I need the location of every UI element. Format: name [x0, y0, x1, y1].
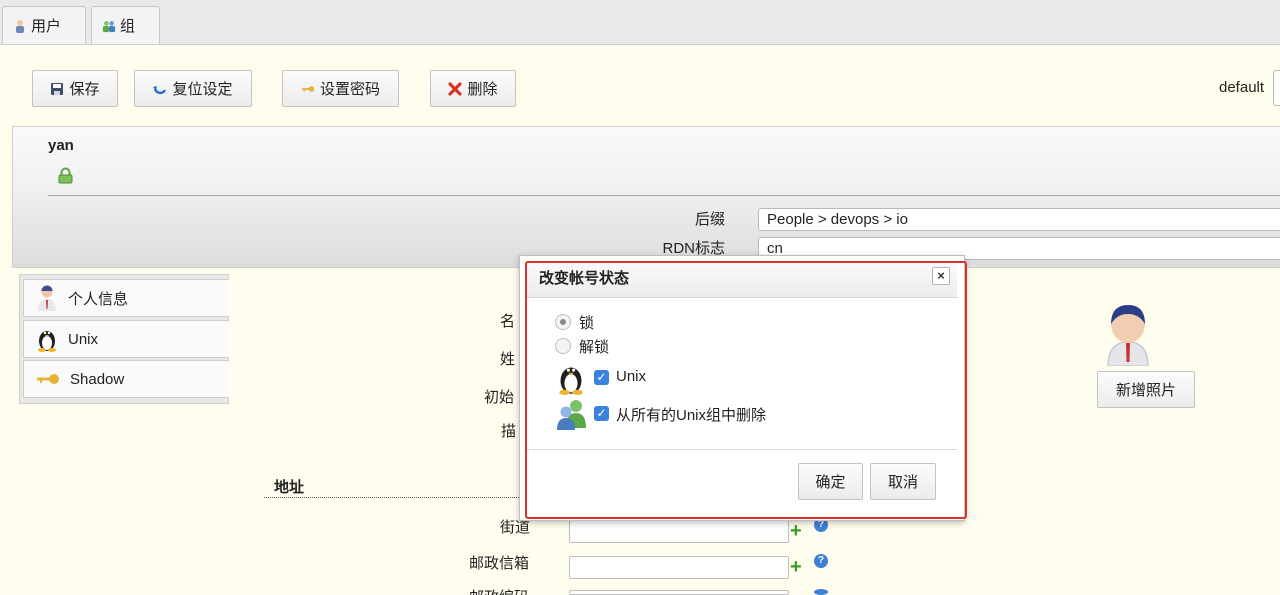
surname-label: 姓: [500, 351, 516, 368]
dialog-title: 改变帐号状态: [539, 270, 630, 287]
avatar: [1107, 305, 1149, 366]
add-postbox-icon[interactable]: +: [790, 557, 802, 577]
lock-option-label: 锁: [579, 315, 595, 332]
postbox-input[interactable]: [569, 556, 789, 579]
lock-status-icon[interactable]: [57, 167, 74, 184]
header-divider: [48, 195, 1280, 196]
radio-dot-icon: [560, 319, 566, 325]
tab-users-label: 用户: [31, 18, 62, 35]
add-photo-button[interactable]: 新增照片: [1097, 371, 1195, 408]
floppy-disk-icon: [51, 82, 64, 95]
suffix-label: 后缀: [694, 211, 725, 228]
group-icon: [102, 20, 116, 32]
set-password-button[interactable]: 设置密码: [282, 70, 399, 107]
group-icon: [557, 400, 586, 430]
delete-x-icon: [448, 81, 463, 96]
sidetab-unix-label: Unix: [68, 330, 99, 348]
postcode-label: 邮政编码: [469, 586, 529, 595]
dialog-footer-divider: [527, 449, 957, 450]
tux-penguin-icon: [559, 367, 583, 395]
user-icon: [16, 19, 24, 33]
street-input[interactable]: [569, 520, 789, 543]
given-name-label: 名: [500, 313, 516, 330]
key-icon: [37, 374, 59, 384]
address-divider: [264, 497, 519, 498]
unix-option-label: Unix: [616, 368, 647, 385]
account-username: yan: [48, 137, 74, 154]
dialog-cancel-button[interactable]: 取消: [870, 463, 936, 500]
unlock-radio[interactable]: [555, 338, 571, 354]
description-label: 描: [501, 423, 517, 440]
key-icon: [301, 85, 315, 92]
remove-from-groups-checkbox[interactable]: ✓: [594, 406, 609, 421]
tab-groups[interactable]: 组: [91, 6, 160, 44]
unlock-option-label: 解锁: [579, 339, 610, 356]
sidetab-personal-label: 个人信息: [68, 290, 129, 308]
sidetab-shadow-label: Shadow: [70, 370, 125, 388]
help-icon[interactable]: [814, 589, 828, 595]
suffix-field[interactable]: People > devops > io: [758, 208, 1280, 231]
sidetab-unix[interactable]: Unix: [23, 320, 229, 358]
save-button[interactable]: 保存: [32, 70, 118, 107]
remove-from-groups-label: 从所有的Unix组中删除: [616, 407, 767, 424]
undo-icon: [153, 85, 167, 94]
postcode-input[interactable]: [569, 590, 789, 595]
postbox-label: 邮政信箱: [469, 555, 530, 572]
initials-label: 初始: [484, 389, 515, 406]
tab-users[interactable]: 用户: [2, 6, 86, 44]
tab-bar: [0, 0, 1280, 45]
profile-select[interactable]: [1273, 70, 1280, 106]
dialog-ok-button[interactable]: 确定: [798, 463, 863, 500]
address-section-title: 地址: [274, 479, 305, 496]
lock-radio[interactable]: [555, 314, 571, 330]
person-icon: [38, 285, 56, 311]
tux-penguin-icon: [38, 331, 56, 352]
add-street-icon[interactable]: +: [790, 521, 802, 541]
help-icon[interactable]: ?: [814, 554, 828, 568]
unix-checkbox[interactable]: ✓: [594, 370, 609, 385]
dialog-close-icon[interactable]: ×: [932, 267, 950, 285]
tab-groups-label: 组: [120, 18, 136, 35]
delete-button[interactable]: 删除: [430, 70, 516, 107]
profile-label: default: [1219, 79, 1265, 96]
sidetab-personal[interactable]: 个人信息: [23, 279, 229, 317]
reset-button[interactable]: 复位设定: [134, 70, 252, 107]
sidetab-shadow[interactable]: Shadow: [23, 360, 229, 398]
